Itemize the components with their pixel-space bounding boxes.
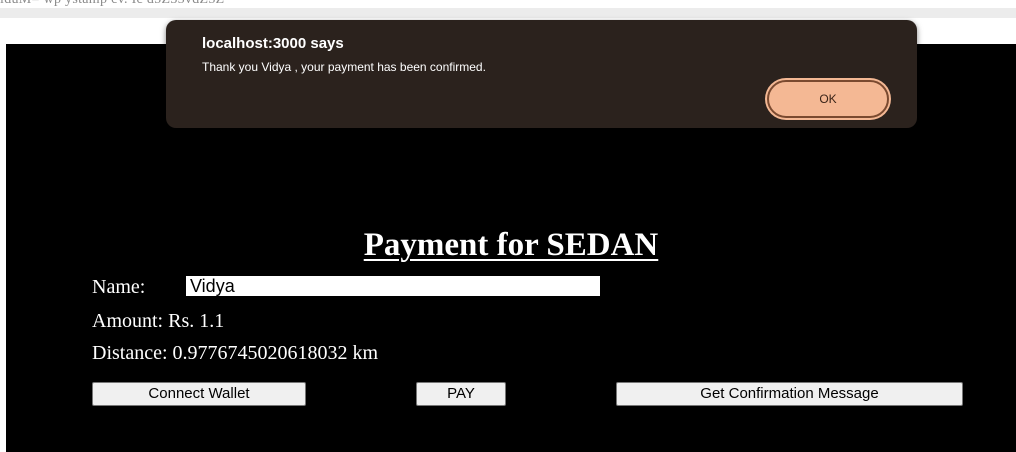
browser-top-bar [0,8,1016,18]
page-title: Payment for SEDAN [363,227,659,263]
amount-text: Amount: Rs. 1.1 [92,310,225,332]
alert-dialog: localhost:3000 says Thank you Vidya , yo… [166,20,917,128]
name-input[interactable] [186,276,600,296]
alert-ok-button[interactable]: OK [767,80,889,118]
name-label: Name: [92,276,146,298]
alert-message: Thank you Vidya , your payment has been … [202,60,486,74]
connect-wallet-button[interactable]: Connect Wallet [92,382,306,406]
alert-title: localhost:3000 says [202,35,344,52]
distance-text: Distance: 0.9776745020618032 km [92,342,379,364]
top-strip-text: iduM= wp ystamp cv. Ic d5Z35vdZ5Z [0,0,225,8]
pay-button[interactable]: PAY [416,382,506,406]
get-confirmation-button[interactable]: Get Confirmation Message [616,382,963,406]
